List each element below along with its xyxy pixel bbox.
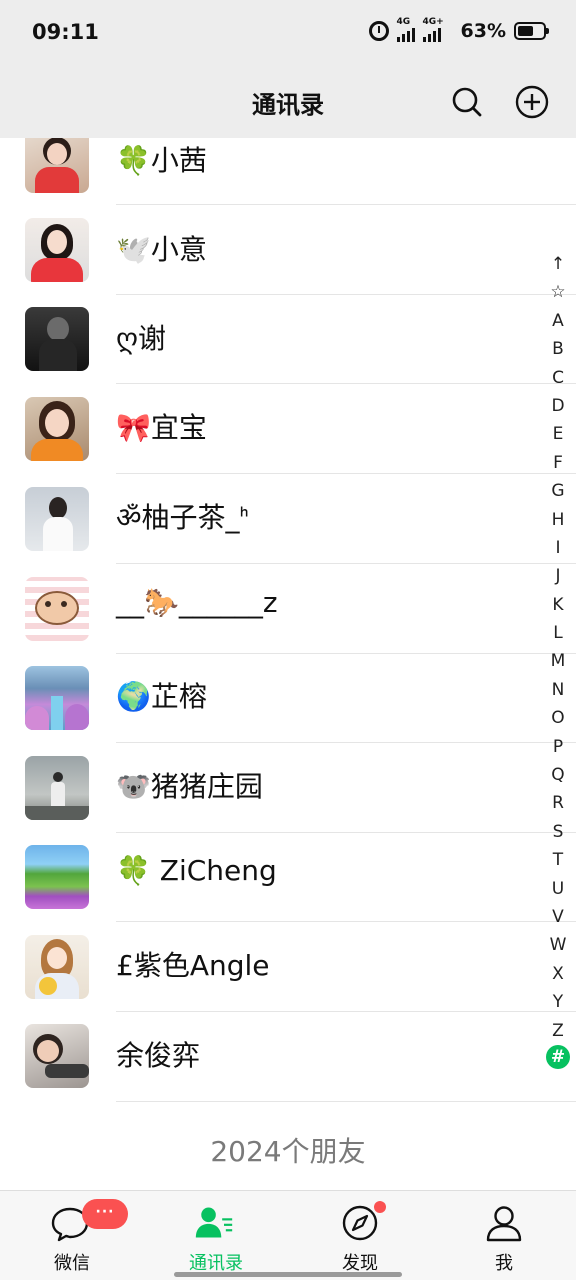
index-letter[interactable]: I [544,534,572,562]
index-letter[interactable]: Z [544,1017,572,1045]
person-icon [486,1206,522,1242]
avatar [25,218,89,282]
contact-name: 余俊弈 [116,1039,201,1072]
contact-name: 🍀小茜 [116,144,207,177]
alphabet-index[interactable]: ↑ ☆ A B C D E F G H I J K L M N O P Q R S T U V W X Y Z # [544,250,572,1069]
contact-name: 🌍芷榕 [116,680,207,713]
contact-row[interactable]: 🎀宜宝 [0,384,576,474]
index-letter[interactable]: U [544,875,572,903]
avatar [25,397,89,461]
unread-badge: ··· [82,1199,128,1229]
index-letter[interactable]: V [544,903,572,931]
contact-row[interactable]: £紫色Angle [0,922,576,1012]
contact-row[interactable]: ღ谢 [0,295,576,385]
index-letter[interactable]: W [544,931,572,959]
contacts-icon [195,1207,233,1238]
battery-fill [518,26,534,36]
avatar [25,1024,89,1088]
signal-icon: 4G [396,17,415,42]
avatar [25,487,89,551]
index-letter[interactable]: K [544,591,572,619]
index-letter[interactable]: J [544,562,572,590]
index-letter[interactable]: ☆ [544,278,572,306]
page-title: 通讯录 [252,91,324,119]
index-letter[interactable]: Y [544,988,572,1016]
contact-name: 🎀宜宝 [116,411,207,444]
contact-name: ॐ柚子茶_ᑋ [116,501,249,534]
tab-discover[interactable]: 发现 [288,1191,432,1280]
add-button[interactable] [512,82,552,122]
contact-row[interactable]: __🐎______z [0,564,576,654]
contact-row[interactable]: 🍀小茜 [0,138,576,206]
contact-name: 🕊️小意 [116,233,207,266]
status-time: 09:11 [32,20,99,44]
contact-row[interactable]: 🕊️小意 [0,205,576,295]
alarm-icon [368,21,389,41]
tab-me-label: 我 [495,1253,513,1274]
tab-chats-label: 微信 [54,1253,90,1274]
index-letter[interactable]: X [544,960,572,988]
contact-name: 🐨猪猪庄园 [116,770,263,803]
avatar [25,307,89,371]
status-bar: 09:11 4G 4G+ 63% [0,0,576,68]
avatar [25,935,89,999]
contact-row[interactable]: 余俊弈 [0,1012,576,1102]
index-letter[interactable]: C [544,364,572,392]
battery-icon [514,22,549,40]
contact-row[interactable]: ॐ柚子茶_ᑋ [0,474,576,564]
index-letter[interactable]: M [544,647,572,675]
divider [116,1101,576,1102]
home-indicator [174,1272,402,1277]
header: 通讯录 [0,68,576,138]
avatar [25,845,89,909]
plus-circle-icon [515,85,549,119]
index-letter[interactable]: H [544,506,572,534]
index-letter[interactable]: ↑ [544,250,572,278]
index-letter[interactable]: Q [544,761,572,789]
avatar [25,138,89,193]
contact-name: 🍀 ZiCheng [116,854,277,887]
index-letter[interactable]: L [544,619,572,647]
discover-dot-badge [374,1201,386,1213]
avatar [25,756,89,820]
tab-chats[interactable]: ··· 微信 [0,1191,144,1280]
index-letter[interactable]: P [544,733,572,761]
signal-label: 4G [396,17,411,27]
battery-percent: 63% [460,20,506,42]
index-letter[interactable]: F [544,449,572,477]
search-button[interactable] [447,82,487,122]
contact-row[interactable]: 🐨猪猪庄园 [0,743,576,833]
index-letter[interactable]: B [544,335,572,363]
tab-me[interactable]: 我 [432,1191,576,1280]
status-indicators: 4G 4G+ 63% [368,17,549,42]
index-letter[interactable]: O [544,704,572,732]
index-letter[interactable]: T [544,846,572,874]
index-letter[interactable]: # [546,1044,570,1069]
bottom-nav: ··· 微信 通讯录 发现 我 [0,1190,576,1280]
friend-count: 2024个朋友 [210,1135,366,1168]
contact-list[interactable]: 🍀小茜 🕊️小意 ღ谢 🎀宜宝 ॐ柚子茶_ᑋ __🐎______z 🌍芷榕 🐨猪… [0,138,576,1190]
contact-name: __🐎______z [116,586,278,619]
contact-row[interactable]: 🌍芷榕 [0,653,576,743]
contact-name: ღ谢 [116,322,167,355]
signal-icon: 4G+ [422,17,453,42]
index-letter[interactable]: S [544,818,572,846]
avatar [25,577,89,641]
index-letter[interactable]: D [544,392,572,420]
index-letter[interactable]: G [544,477,572,505]
index-letter[interactable]: A [544,307,572,335]
search-icon [452,87,482,117]
index-letter[interactable]: N [544,676,572,704]
index-letter[interactable]: E [544,420,572,448]
tab-contacts[interactable]: 通讯录 [144,1191,288,1280]
index-letter[interactable]: R [544,789,572,817]
contact-row[interactable]: 🍀 ZiCheng [0,832,576,922]
contact-name: £紫色Angle [116,949,270,982]
avatar [25,666,89,730]
signal-label: 4G+ [422,17,444,27]
